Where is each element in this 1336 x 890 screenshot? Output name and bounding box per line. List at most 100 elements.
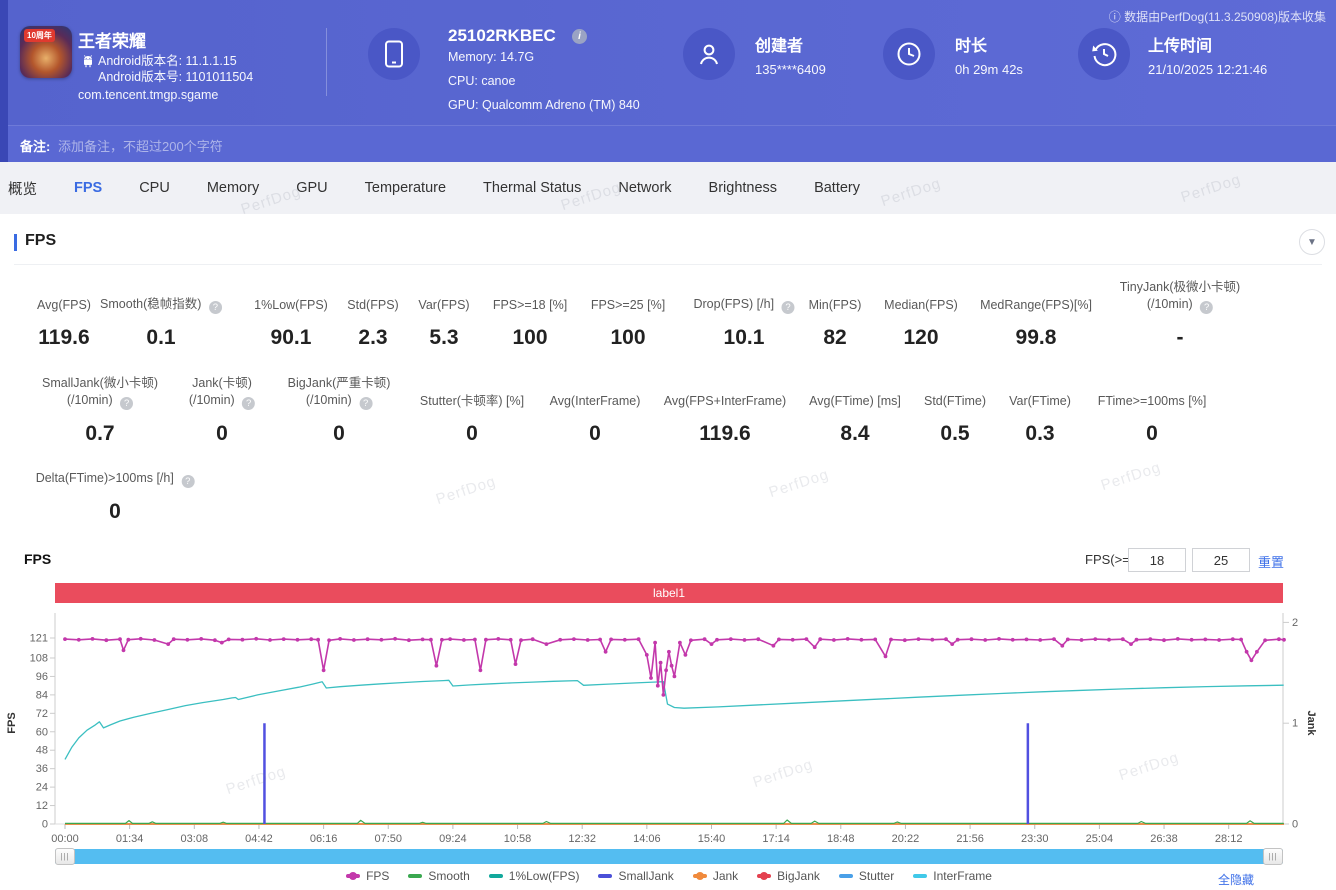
range-handle-right[interactable]: ||| [1263, 848, 1283, 865]
metric-var-ftime: Var(FTime) 0.3 [1009, 372, 1071, 446]
legend-item-smooth[interactable]: Smooth [408, 869, 470, 883]
help-icon[interactable]: ? [181, 475, 195, 488]
series-fps-marker [669, 663, 674, 668]
series-fps-marker [448, 637, 452, 641]
metric-label-line: Std(FTime) [923, 394, 987, 408]
metric-value: 100 [512, 326, 548, 349]
series-fps-marker [873, 637, 878, 642]
help-icon[interactable]: ? [1200, 301, 1214, 314]
legend-item-interframe[interactable]: InterFrame [913, 869, 992, 883]
help-icon[interactable]: ? [242, 397, 256, 410]
duration-label: 时长 [955, 38, 988, 55]
help-icon[interactable]: ? [781, 301, 795, 314]
left-axis-title: FPS [6, 712, 18, 733]
tab-thermal-status[interactable]: Thermal Status [483, 180, 581, 196]
fps-threshold-input-1[interactable] [1128, 548, 1186, 572]
series-fps-marker [702, 637, 707, 642]
metric-label: TinyJank(极微小卡顿) (/10min) ? [1120, 276, 1240, 314]
chart-label-banner-text: label1 [652, 586, 686, 600]
legend-label: 1%Low(FPS) [508, 869, 580, 883]
device-info-icon[interactable]: i [572, 29, 587, 44]
metric-value: 0.7 [85, 422, 115, 445]
series-fps-marker [1282, 637, 1286, 642]
metric-label-line: BigJank(严重卡顿) [287, 376, 391, 390]
range-handle-left[interactable]: ||| [55, 848, 75, 865]
legend-label: Stutter [858, 869, 895, 883]
tab-cpu[interactable]: CPU [139, 180, 170, 196]
series-fps-marker [649, 676, 653, 680]
tab-gpu[interactable]: GPU [296, 180, 327, 196]
x-tick-label: 07:50 [374, 833, 402, 845]
metric-value: - [1176, 326, 1184, 349]
series-fps-marker [1024, 637, 1029, 642]
series-fps-marker [104, 638, 109, 643]
tab-network[interactable]: Network [618, 180, 671, 196]
series-fps-marker [268, 638, 272, 642]
metric-value: 100 [610, 326, 646, 349]
metric-value: 0.5 [940, 422, 970, 445]
legend-marker [346, 872, 361, 880]
legend-item-1-low-fps[interactable]: 1%Low(FPS) [488, 869, 580, 883]
series-fps-marker [812, 645, 817, 650]
remark-input[interactable]: 备注: 添加备注，不超过200个字符 [0, 125, 1336, 162]
series-fps-marker [219, 640, 224, 645]
series-fps-marker [484, 637, 488, 642]
series-fps-marker [166, 642, 171, 646]
legend-item-jank[interactable]: Jank [692, 869, 739, 883]
metric-label: FPS>=18 [%] [493, 276, 567, 314]
reset-thresholds-link[interactable]: 重置 [1258, 552, 1284, 571]
metric-label-line: 1%Low(FPS) [254, 298, 328, 312]
chart-range-scrollbar[interactable] [55, 849, 1283, 864]
metric-label-line: (/10min) ? [67, 392, 134, 410]
series-fps-marker [1255, 649, 1259, 654]
series-fps-marker [1203, 637, 1208, 642]
legend-label: Jank [712, 869, 739, 883]
metric-drop-fps-h: Drop(FPS) [/h] ? 10.1 [693, 276, 795, 350]
fps-threshold-input-2[interactable] [1192, 548, 1250, 572]
series-fps-marker [598, 637, 602, 642]
x-tick-label: 26:38 [1150, 833, 1178, 845]
right-tick-label: 1 [1292, 718, 1298, 730]
legend-item-smalljank[interactable]: SmallJank [598, 869, 674, 883]
creator-label: 创建者 [755, 38, 804, 55]
series-fps-marker [715, 637, 719, 642]
fps-chart-canvas[interactable]: 0122436486072849610812101200:00 01:34 03:0… [0, 605, 1336, 850]
android-icon [84, 55, 92, 68]
hide-all-series-link[interactable]: 全隐藏 [1218, 871, 1254, 888]
metric-label-line: FPS>=18 [%] [492, 298, 568, 312]
metric-label: Stutter(卡顿率) [%] [420, 372, 524, 410]
tab-fps[interactable]: FPS [74, 180, 102, 196]
tab-battery[interactable]: Battery [814, 180, 860, 196]
metric-value: 0.3 [1025, 422, 1055, 445]
legend-marker [408, 874, 423, 878]
x-tick-label: 17:14 [762, 833, 790, 845]
tab-memory[interactable]: Memory [207, 180, 259, 196]
tab-temperature[interactable]: Temperature [365, 180, 446, 196]
section-accent-bar [14, 234, 17, 251]
help-icon[interactable]: ? [120, 397, 134, 410]
legend-item-bigjank[interactable]: BigJank [757, 869, 820, 883]
legend-item-fps[interactable]: FPS [346, 869, 389, 883]
help-icon[interactable]: ? [359, 397, 373, 410]
tab-brightness[interactable]: Brightness [709, 180, 778, 196]
series-fps-marker [121, 648, 126, 653]
metric-value: 0 [589, 422, 601, 445]
x-tick-label: 03:08 [181, 833, 209, 845]
help-icon[interactable]: ? [208, 301, 222, 314]
metric-median-fps: Median(FPS) 120 [884, 276, 958, 350]
metric-label-line: Std(FPS) [347, 298, 399, 312]
metric-label: Std(FTime) [924, 372, 986, 410]
metric-label: Drop(FPS) [/h] ? [693, 276, 795, 314]
series-fps-marker [544, 642, 549, 646]
legend-item-stutter[interactable]: Stutter [838, 869, 895, 883]
tab-item[interactable]: 概览 [8, 178, 37, 199]
left-tick-label: 96 [36, 671, 48, 683]
series-fps-marker [530, 637, 535, 642]
right-tick-label: 0 [1292, 819, 1298, 831]
series-fps-marker [352, 638, 356, 642]
series-fps-marker [338, 637, 342, 641]
collapse-section-button[interactable]: ▼ [1299, 229, 1325, 255]
left-tick-label: 12 [36, 800, 48, 812]
user-icon [700, 44, 718, 65]
x-tick-label: 20:22 [892, 833, 920, 845]
